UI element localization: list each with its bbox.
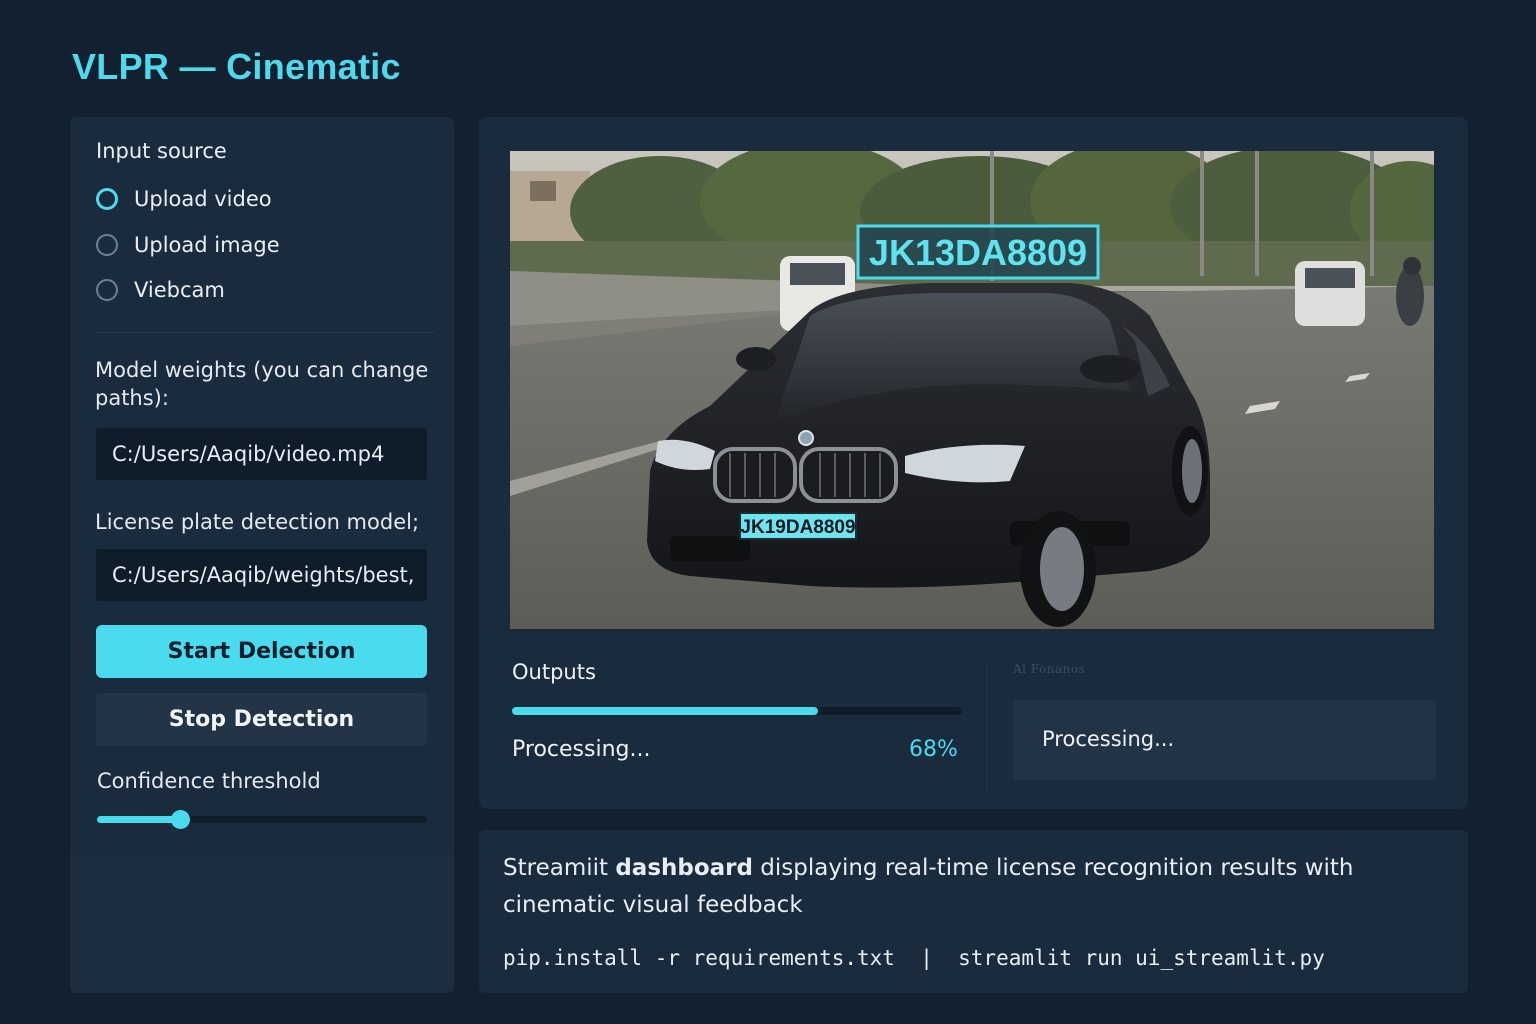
sidebar: Input source Upload video Upload image V…	[70, 117, 454, 993]
slider-thumb[interactable]	[170, 810, 190, 829]
radio-button[interactable]	[96, 279, 118, 301]
radio-button[interactable]	[96, 234, 118, 256]
start-detection-button[interactable]: Start Delection	[96, 625, 427, 678]
desc-bold: dashboard	[615, 855, 753, 881]
divider	[96, 332, 434, 333]
radio-label: Upload image	[134, 233, 280, 257]
faint-label: Al Fonanos	[1013, 662, 1086, 676]
radio-label: Viebcam	[134, 278, 225, 302]
main-panel: JK19DA8809 JK13DA8809 Outputs Processing…	[479, 117, 1468, 809]
detected-plate-label: JK13DA8809	[869, 232, 1087, 273]
input-source-heading: Input source	[96, 139, 227, 163]
stop-detection-button[interactable]: Stop Detection	[96, 693, 427, 746]
command-text: pip.install -r requirements.txt | stream…	[503, 946, 1325, 970]
progress-fill	[512, 707, 818, 715]
processing-text: Processing...	[512, 737, 651, 762]
radio-label: Upload video	[134, 187, 272, 211]
confidence-slider[interactable]	[97, 810, 427, 829]
vertical-divider	[987, 662, 988, 792]
video-frame: JK19DA8809 JK13DA8809	[510, 151, 1434, 629]
plate-model-input[interactable]: C:/Users/Aaqib/weights/best,	[96, 549, 427, 601]
radio-webcam[interactable]: Viebcam	[96, 278, 225, 302]
sidebar-footer	[70, 855, 454, 993]
status-text: Processing...	[1042, 727, 1175, 751]
outputs-title: Outputs	[512, 660, 596, 684]
car-plate-text: JK19DA8809	[740, 517, 855, 538]
status-box: Processing...	[1013, 700, 1436, 780]
radio-upload-image[interactable]: Upload image	[96, 233, 280, 257]
description-text: Streamiit dashboard displaying real-time…	[503, 850, 1453, 924]
radio-button-selected[interactable]	[96, 188, 118, 210]
confidence-threshold-label: Confidence threshold	[97, 769, 321, 793]
progress-bar	[512, 707, 962, 715]
info-panel: Streamiit dashboard displaying real-time…	[479, 830, 1468, 993]
slider-fill	[97, 816, 180, 823]
desc-part1: Streamiit	[503, 855, 616, 881]
model-weights-label: Model weights (you can change paths):	[95, 358, 429, 410]
model-weights-input[interactable]: C:/Users/Aaqib/video.mp4	[96, 428, 427, 480]
plate-model-label: License plate detection model;	[95, 510, 420, 534]
video-scene: JK19DA8809 JK13DA8809	[510, 151, 1434, 629]
radio-upload-video[interactable]: Upload video	[96, 187, 272, 211]
app-title: VLPR — Cinematic	[72, 46, 401, 87]
progress-percent: 68%	[909, 737, 958, 762]
